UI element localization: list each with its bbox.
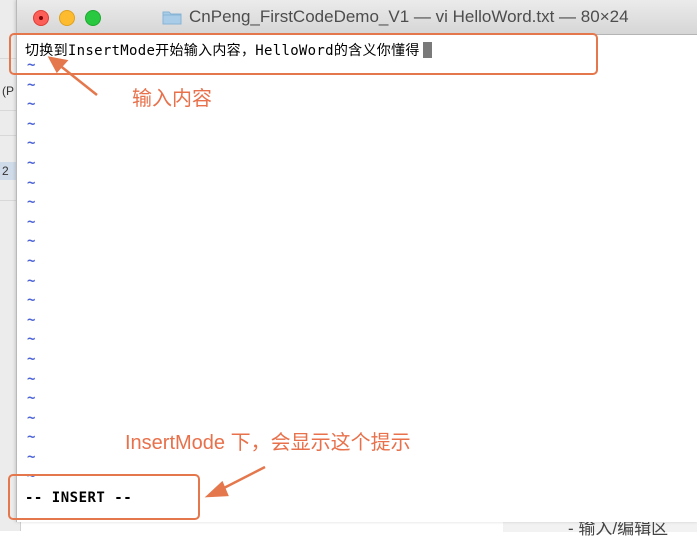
window-title-group: CnPeng_FirstCodeDemo_V1 — vi HelloWord.t…: [162, 7, 629, 27]
annotation-box-input-line: [9, 33, 598, 75]
empty-line-tilde: ~: [27, 448, 36, 465]
window-title: CnPeng_FirstCodeDemo_V1 — vi HelloWord.t…: [189, 7, 629, 26]
close-button[interactable]: [33, 10, 49, 26]
empty-line-tilde: ~: [27, 233, 36, 250]
annotation-mode-note: InsertMode 下，会显示这个提示: [125, 432, 411, 454]
empty-line-tilde: ~: [27, 174, 36, 191]
empty-line-tilde: ~: [27, 115, 36, 132]
empty-line-tilde: ~: [27, 311, 36, 328]
empty-line-tilde: ~: [27, 429, 36, 446]
empty-line-tilde: ~: [27, 350, 36, 367]
background-text-fragment: 2: [2, 164, 9, 178]
empty-line-tilde: ~: [27, 409, 36, 426]
empty-line-tilde: ~: [27, 76, 36, 93]
empty-line-tilde: ~: [27, 213, 36, 230]
empty-line-tilde: ~: [27, 252, 36, 269]
empty-line-tilde: ~: [27, 370, 36, 387]
empty-line-tilde: ~: [27, 390, 36, 407]
empty-line-tilde: ~: [27, 194, 36, 211]
empty-line-tilde: ~: [27, 135, 36, 152]
empty-line-tilde: ~: [27, 272, 36, 289]
title-bar[interactable]: CnPeng_FirstCodeDemo_V1 — vi HelloWord.t…: [17, 0, 697, 35]
empty-line-tilde: ~: [27, 331, 36, 348]
background-text-fragment: (P: [2, 84, 14, 98]
empty-line-tilde: ~: [27, 154, 36, 171]
empty-line-tilde: ~: [27, 292, 36, 309]
minimize-button[interactable]: [59, 10, 75, 26]
empty-line-tilde: ~: [27, 96, 36, 113]
maximize-button[interactable]: [85, 10, 101, 26]
empty-line-markers: ~ ~ ~ ~ ~ ~ ~ ~ ~ ~ ~ ~ ~ ~ ~ ~ ~ ~ ~ ~ ~ ~: [27, 56, 35, 487]
annotation-input-note: 输入内容: [132, 88, 212, 110]
annotation-box-mode-indicator: [8, 474, 200, 520]
folder-icon: [162, 11, 182, 25]
